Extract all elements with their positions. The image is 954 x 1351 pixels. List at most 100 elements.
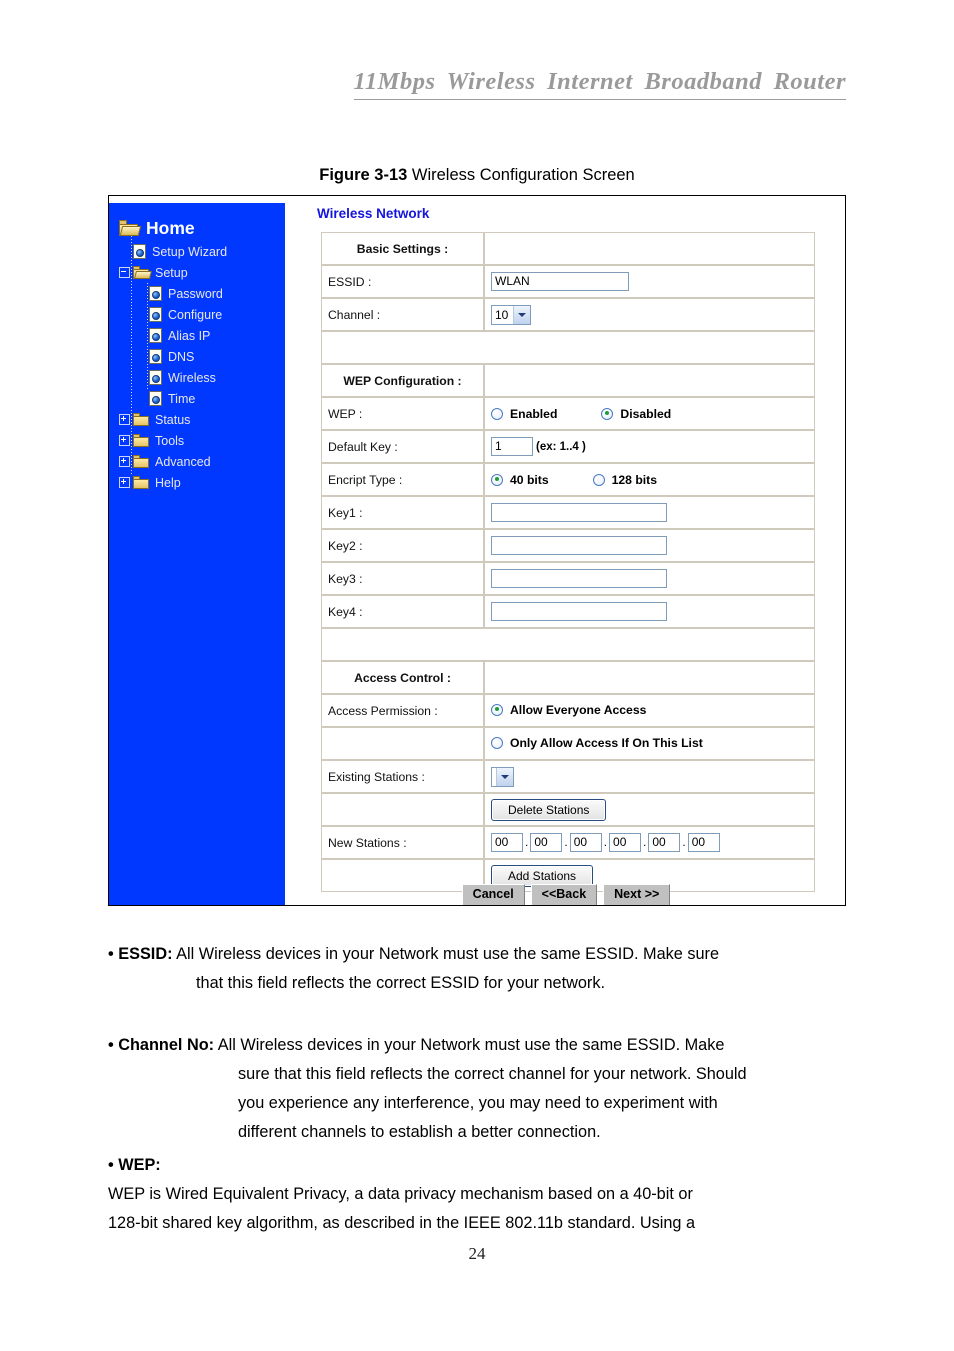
cell-new-stations: 00. 00. 00. 00. 00. 00 <box>484 826 815 859</box>
radio-encrypt-40-bits[interactable]: 40 bits <box>491 473 549 487</box>
new-station-mac-octet-3[interactable]: 00 <box>569 833 602 852</box>
existing-stations-select[interactable] <box>491 766 514 787</box>
sidebar-item-help[interactable]: Help <box>109 472 285 493</box>
wep-paragraph-line1: WEP is Wired Equivalent Privacy, a data … <box>108 1185 693 1203</box>
sidebar-nav-tree: Home Setup Wizard Setup Password Configu… <box>109 203 285 905</box>
sidebar-item-label: Setup Wizard <box>152 244 228 259</box>
essid-input[interactable]: WLAN <box>491 272 629 291</box>
cell-default-key: 1 (ex: 1..4 ) <box>484 430 815 463</box>
channel-select[interactable]: 10 <box>491 304 531 325</box>
table-row: Key3 : <box>321 562 815 595</box>
radio-icon-selected[interactable] <box>491 703 503 716</box>
delete-stations-button[interactable]: Delete Stations <box>491 798 607 821</box>
sidebar-item-label: Tools <box>155 433 185 448</box>
figure-caption: Figure 3-13 Wireless Configuration Scree… <box>0 166 954 185</box>
default-key-input[interactable]: 1 <box>491 437 533 456</box>
sidebar-item-advanced[interactable]: Advanced <box>109 451 285 472</box>
empty-cell <box>321 793 484 826</box>
page-globe-icon <box>149 328 162 343</box>
running-header: 11Mbps Wireless Internet Broadband Route… <box>0 68 954 100</box>
sidebar-item-alias-ip[interactable]: Alias IP <box>109 325 285 346</box>
expand-plus-icon[interactable] <box>119 414 130 425</box>
folder-closed-icon <box>133 413 149 426</box>
label-access-permission: Access Permission : <box>321 694 484 727</box>
folder-open-icon <box>133 266 152 279</box>
page-globe-icon <box>149 286 162 301</box>
radio-label: Only Allow Access If On This List <box>510 735 703 750</box>
page-globe-icon <box>149 391 162 406</box>
sidebar-item-configure[interactable]: Configure <box>109 304 285 325</box>
table-row: Key2 : <box>321 529 815 562</box>
table-row: Key1 : <box>321 496 815 529</box>
table-row: ESSID : WLAN <box>321 265 815 298</box>
cancel-button[interactable]: Cancel <box>461 884 525 905</box>
radio-wep-enabled[interactable]: Enabled <box>491 407 557 421</box>
label-essid: ESSID : <box>321 265 484 298</box>
expand-plus-icon[interactable] <box>119 456 130 467</box>
channel-term: • Channel No: <box>108 1036 215 1054</box>
label-existing-stations: Existing Stations : <box>321 760 484 793</box>
radio-icon[interactable] <box>491 407 503 420</box>
collapse-minus-icon[interactable] <box>119 267 130 278</box>
cell-wep: Enabled Disabled <box>484 397 815 430</box>
section-header-access-control: Access Control : <box>321 661 484 694</box>
sidebar-item-setup[interactable]: Setup <box>109 262 285 283</box>
sidebar-item-time[interactable]: Time <box>109 388 285 409</box>
expand-plus-icon[interactable] <box>119 435 130 446</box>
label-key3: Key3 : <box>321 562 484 595</box>
new-station-mac-octet-2[interactable]: 00 <box>530 833 563 852</box>
table-row: WEP Configuration : <box>321 364 815 397</box>
radio-icon[interactable] <box>592 473 605 486</box>
label-channel: Channel : <box>321 298 484 331</box>
bullet-essid: • ESSID: All Wireless devices in your Ne… <box>108 940 864 998</box>
channel-text1: All Wireless devices in your Network mus… <box>214 1036 725 1054</box>
new-station-mac-octet-4[interactable]: 00 <box>609 833 642 852</box>
page-globe-icon <box>149 370 162 385</box>
radio-only-allow-access-if-on-this-list[interactable]: Only Allow Access If On This List <box>491 736 703 750</box>
folder-closed-icon <box>133 476 149 489</box>
essid-term: • ESSID: <box>108 945 173 963</box>
new-station-mac-octet-5[interactable]: 00 <box>648 833 681 852</box>
sidebar-item-status[interactable]: Status <box>109 409 285 430</box>
expand-plus-icon[interactable] <box>119 477 130 488</box>
sidebar-item-dns[interactable]: DNS <box>109 346 285 367</box>
radio-allow-everyone-access[interactable]: Allow Everyone Access <box>491 703 646 717</box>
section-header-basic-settings: Basic Settings : <box>321 232 484 265</box>
table-row: Only Allow Access If On This List <box>321 727 815 760</box>
wep-paragraph-line2: 128-bit shared key algorithm, as describ… <box>108 1214 696 1232</box>
radio-icon[interactable] <box>491 736 503 749</box>
radio-icon-selected[interactable] <box>491 473 503 486</box>
key3-input[interactable] <box>491 569 667 588</box>
cell-key4 <box>484 595 815 628</box>
folder-closed-icon <box>133 455 149 468</box>
sidebar-item-label: Time <box>168 391 196 406</box>
sidebar-item-home[interactable]: Home <box>109 215 285 241</box>
sidebar-item-label: Configure <box>168 307 223 322</box>
essid-paragraph-line2: that this field reflects the correct ESS… <box>196 974 606 992</box>
radio-wep-disabled[interactable]: Disabled <box>601 407 671 421</box>
default-key-hint: (ex: 1..4 ) <box>536 440 586 453</box>
body-copy: • ESSID: All Wireless devices in your Ne… <box>108 940 864 1242</box>
sidebar-item-setup-wizard[interactable]: Setup Wizard <box>109 241 285 262</box>
new-station-mac-octet-6[interactable]: 00 <box>687 833 720 852</box>
key4-input[interactable] <box>491 602 667 621</box>
key1-input[interactable] <box>491 503 667 522</box>
sidebar-item-password[interactable]: Password <box>109 283 285 304</box>
sidebar-item-wireless[interactable]: Wireless <box>109 367 285 388</box>
sidebar-item-label: Alias IP <box>168 328 211 343</box>
sidebar-item-tools[interactable]: Tools <box>109 430 285 451</box>
page-globe-icon <box>149 307 162 322</box>
chevron-down-icon[interactable] <box>513 305 530 324</box>
chevron-down-icon[interactable] <box>496 767 513 786</box>
essid-paragraph-line1: • ESSID: All Wireless devices in your Ne… <box>108 940 864 969</box>
next-button[interactable]: Next >> <box>603 884 671 905</box>
radio-icon-selected[interactable] <box>601 407 614 420</box>
radio-label: Allow Everyone Access <box>510 702 647 717</box>
new-station-mac-octet-1[interactable]: 00 <box>491 833 523 852</box>
radio-encrypt-128-bits[interactable]: 128 bits <box>592 472 658 487</box>
key2-input[interactable] <box>491 536 667 555</box>
radio-label: 128 bits <box>611 472 658 487</box>
back-button[interactable]: <<Back <box>530 884 598 905</box>
table-row: Default Key : 1 (ex: 1..4 ) <box>321 430 815 463</box>
